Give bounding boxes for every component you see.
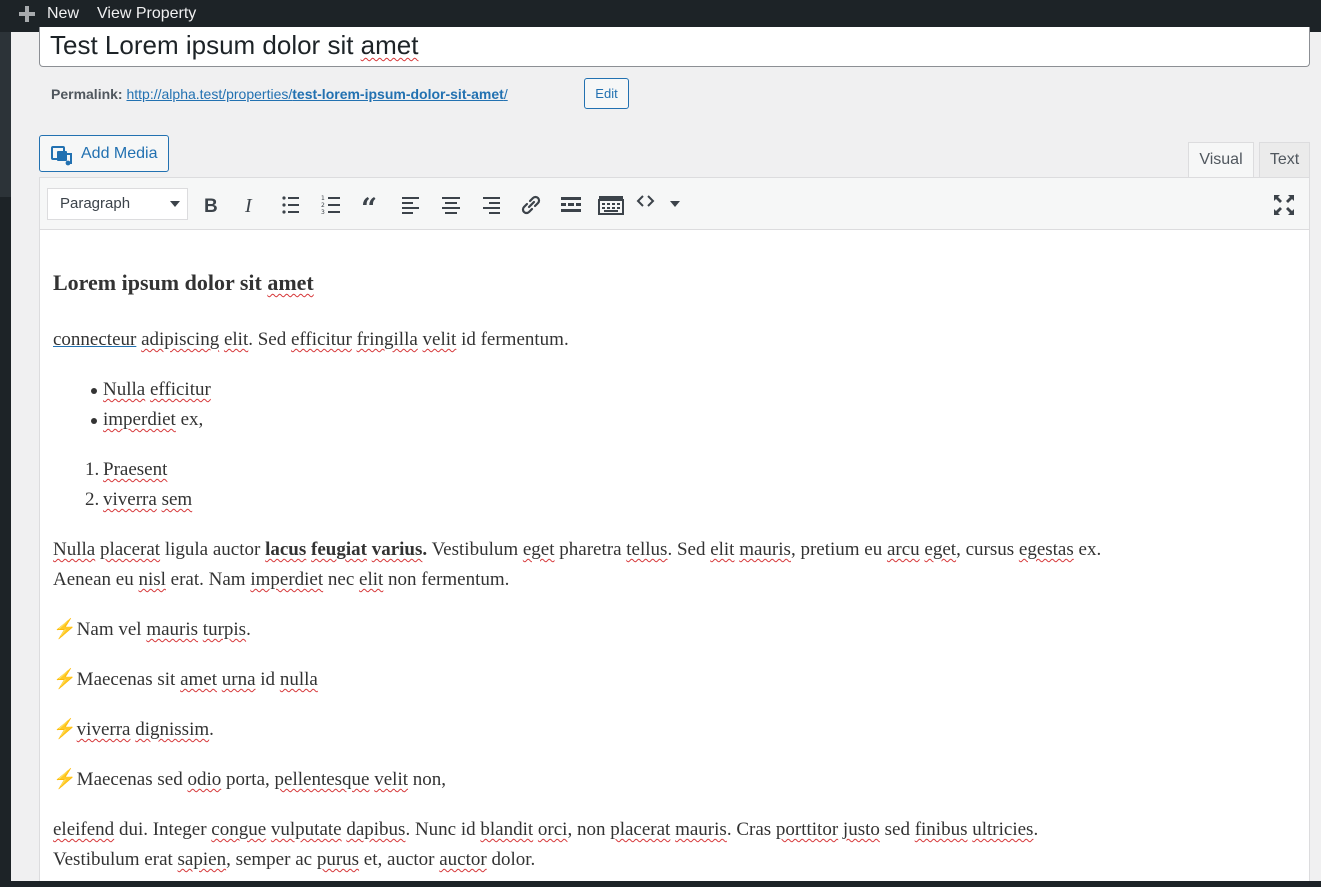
paragraph: connecteur adipiscing elit. Sed efficitu… (53, 329, 569, 350)
admin-bar-new[interactable]: New (47, 0, 79, 28)
editor-toolbar: Paragraph B I 123 “ (40, 178, 1309, 230)
paragraph-continuation: Aenean eu nisl erat. Nam imperdiet nec e… (53, 569, 510, 590)
lightning-icon: ⚡ (53, 769, 77, 790)
lightning-icon: ⚡ (53, 719, 77, 740)
media-icon (51, 144, 73, 166)
paragraph: ⚡Maecenas sit amet urna id nulla (53, 669, 318, 690)
edit-slug-button[interactable]: Edit (584, 78, 629, 109)
paragraph: ⚡viverra dignissim. (53, 719, 214, 740)
align-center-icon[interactable] (436, 190, 466, 220)
format-select[interactable]: Paragraph (47, 188, 188, 220)
paragraph: Nulla placerat ligula auctor lacus feugi… (53, 539, 1102, 560)
admin-bar-view-property[interactable]: View Property (97, 0, 196, 28)
code-icon[interactable] (634, 190, 684, 220)
paragraph: ⚡Nam vel mauris turpis. (53, 619, 251, 640)
svg-text:I: I (244, 195, 253, 217)
lightning-icon: ⚡ (53, 619, 77, 640)
paragraph-continuation: Vestibulum erat sapien, semper ac purus … (53, 849, 536, 870)
paragraph: eleifend dui. Integer congue vulputate d… (53, 819, 1039, 840)
svg-text:3: 3 (321, 209, 325, 216)
add-media-button[interactable]: Add Media (39, 135, 169, 172)
plus-icon[interactable] (18, 5, 36, 23)
bottom-edge (0, 881, 1321, 887)
admin-sidebar (0, 32, 11, 887)
svg-text:2: 2 (321, 202, 325, 209)
align-right-icon[interactable] (476, 190, 506, 220)
italic-icon[interactable]: I (236, 190, 266, 220)
align-left-icon[interactable] (396, 190, 426, 220)
link-icon[interactable] (516, 190, 546, 220)
toolbar-toggle-icon[interactable] (596, 190, 626, 220)
svg-text:1: 1 (321, 195, 325, 202)
lightning-icon: ⚡ (53, 669, 77, 690)
permalink-link[interactable]: http://alpha.test/properties/test-lorem-… (126, 86, 507, 102)
list-item: Nulla efficitur (91, 375, 211, 405)
numbered-list: 1. Praesent 2. viverra sem (85, 455, 193, 515)
paragraph: ⚡Maecenas sed odio porta, pellentesque v… (53, 769, 447, 790)
list-item: 2. viverra sem (85, 489, 193, 510)
fullscreen-icon[interactable] (1269, 190, 1299, 220)
list-item: imperdiet ex, (91, 405, 211, 435)
permalink-label: Permalink: (51, 86, 123, 102)
tab-visual[interactable]: Visual (1188, 142, 1254, 178)
bold-icon[interactable]: B (196, 190, 226, 220)
content-editor: Paragraph B I 123 “ Lorem ipsum dolor si… (39, 177, 1310, 887)
post-title-input[interactable]: Test Lorem ipsum dolor sit amet (39, 27, 1310, 67)
tab-text[interactable]: Text (1259, 142, 1310, 178)
svg-text:B: B (204, 196, 218, 217)
read-more-icon[interactable] (556, 190, 586, 220)
permalink: Permalink: http://alpha.test/properties/… (51, 84, 508, 104)
content-heading: Lorem ipsum dolor sit amet (53, 270, 314, 295)
numbered-list-icon[interactable]: 123 (316, 190, 346, 220)
svg-text:“: “ (361, 192, 377, 220)
blockquote-icon[interactable]: “ (356, 190, 386, 225)
list-item: 1. Praesent (85, 459, 168, 480)
bullet-list-icon[interactable] (276, 190, 306, 220)
chevron-down-icon (170, 201, 180, 207)
bullet-list: Nulla efficitur imperdiet ex, (91, 375, 211, 435)
